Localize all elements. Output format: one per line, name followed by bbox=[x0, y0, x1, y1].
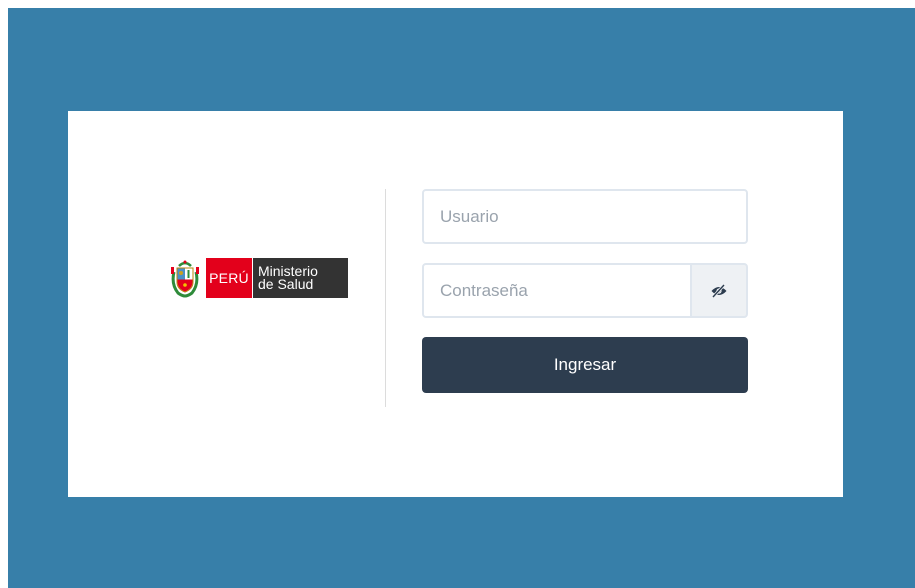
minsa-logo: PERÚ Ministerio de Salud bbox=[170, 258, 348, 298]
username-input[interactable] bbox=[422, 189, 748, 244]
eye-slash-icon bbox=[711, 283, 727, 298]
login-card: PERÚ Ministerio de Salud Ingresar bbox=[68, 111, 843, 497]
toggle-password-button[interactable] bbox=[690, 263, 748, 318]
ministry-label: Ministerio de Salud bbox=[252, 258, 348, 298]
vertical-divider bbox=[385, 189, 386, 407]
ministry-line-2: de Salud bbox=[258, 276, 314, 292]
peru-coat-of-arms-icon bbox=[171, 260, 199, 298]
peru-label: PERÚ bbox=[206, 258, 252, 298]
password-input[interactable] bbox=[422, 263, 692, 318]
login-button[interactable]: Ingresar bbox=[422, 337, 748, 393]
password-group bbox=[422, 263, 748, 318]
